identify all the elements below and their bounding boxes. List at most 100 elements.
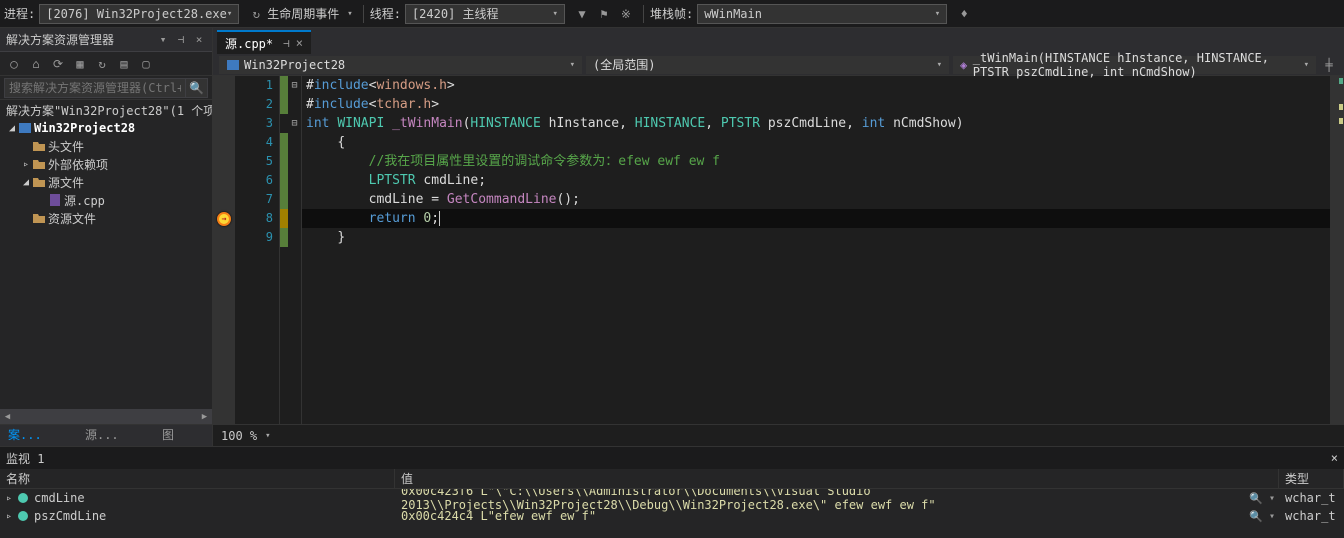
- separator: [363, 5, 364, 23]
- threads-icon[interactable]: ※: [617, 5, 635, 23]
- stack-value: wWinMain: [704, 7, 762, 21]
- source-file[interactable]: 源.cpp: [0, 191, 212, 209]
- sync-icon[interactable]: ⟳: [48, 54, 68, 74]
- caret-icon[interactable]: ▾: [1269, 493, 1275, 504]
- pin-icon[interactable]: ⊣: [174, 33, 188, 47]
- project-label: Win32Project28: [34, 121, 135, 135]
- watch-header: 监视 1 ×: [0, 447, 1344, 469]
- scroll-left-icon[interactable]: ◀: [0, 409, 15, 424]
- folder-icon: [32, 157, 46, 171]
- folder-label: 资源文件: [48, 210, 96, 227]
- caret-icon: ▾: [570, 60, 575, 70]
- headers-folder[interactable]: 头文件: [0, 137, 212, 155]
- horizontal-scrollbar[interactable]: ◀ ▶: [0, 409, 212, 424]
- caret-icon[interactable]: ▾: [347, 9, 352, 19]
- external-folder[interactable]: ▹ 外部依赖项: [0, 155, 212, 173]
- scroll-right-icon[interactable]: ▶: [197, 409, 212, 424]
- thread-dropdown[interactable]: [2420] 主线程▾: [405, 4, 565, 24]
- refresh-icon[interactable]: ↻: [247, 5, 265, 23]
- col-name[interactable]: 名称: [0, 469, 395, 488]
- fold-marker[interactable]: ⊟: [288, 114, 301, 133]
- caret-icon: ▾: [553, 9, 558, 19]
- funnel-icon[interactable]: ▼: [573, 5, 591, 23]
- scope-global-label: (全局范围): [593, 56, 655, 73]
- watch-row[interactable]: ▹cmdLine 0x00c423f6 L"\"C:\\Users\\Admin…: [0, 489, 1344, 507]
- search-input[interactable]: [4, 78, 186, 98]
- zoom-caret-icon[interactable]: ▾: [265, 431, 270, 441]
- change-track: [280, 76, 288, 424]
- folder-label: 源文件: [48, 174, 84, 191]
- tab-source-cpp[interactable]: 源.cpp* ⊣ ×: [217, 30, 311, 54]
- close-icon[interactable]: ×: [1331, 451, 1338, 465]
- panel-menu-icon[interactable]: ▾: [156, 33, 170, 47]
- explorer-search: 🔍: [0, 76, 212, 100]
- process-value: [2076] Win32Project28.exe: [46, 7, 227, 21]
- scope-function-dropdown[interactable]: ◈ _tWinMain(HINSTANCE hInstance, HINSTAN…: [953, 56, 1316, 74]
- col-type[interactable]: 类型: [1279, 469, 1344, 488]
- watch-row[interactable]: ▹pszCmdLine 0x00c424c4 L"efew ewf ew f"🔍…: [0, 507, 1344, 525]
- code-area[interactable]: 1 2 3 4 5 6 7 8 9 ⊟ ⊟ #include<windows.h…: [213, 76, 1344, 424]
- line-number: 9: [235, 228, 273, 247]
- overview-ruler[interactable]: [1330, 76, 1344, 424]
- chevron-down-icon: ◢: [20, 177, 32, 188]
- back-icon[interactable]: ◯: [4, 54, 24, 74]
- process-label: 进程:: [4, 5, 35, 22]
- home-icon[interactable]: ⌂: [26, 54, 46, 74]
- close-icon[interactable]: ×: [192, 33, 206, 47]
- line-number: 7: [235, 190, 273, 209]
- file-label: 源.cpp: [64, 192, 105, 209]
- project-node[interactable]: ◢ Win32Project28: [0, 119, 212, 137]
- scope-project-dropdown[interactable]: Win32Project28 ▾: [219, 56, 582, 74]
- separator: [643, 5, 644, 23]
- pin-icon[interactable]: ⊣: [283, 37, 290, 50]
- fold-gutter[interactable]: ⊟ ⊟: [288, 76, 302, 424]
- collapse-icon[interactable]: ▢: [136, 54, 156, 74]
- search-button[interactable]: 🔍: [186, 78, 208, 98]
- line-number: 6: [235, 171, 273, 190]
- project-icon: [226, 58, 240, 72]
- project-tree: 解决方案"Win32Project28"(1 个项 ◢ Win32Project…: [0, 100, 212, 424]
- refresh-icon[interactable]: ↻: [92, 54, 112, 74]
- main-area: 解决方案资源管理器 ▾ ⊣ × ◯ ⌂ ⟳ ▦ ↻ ▤ ▢ 🔍 解决方案"Win…: [0, 28, 1344, 446]
- solution-explorer: 解决方案资源管理器 ▾ ⊣ × ◯ ⌂ ⟳ ▦ ↻ ▤ ▢ 🔍 解决方案"Win…: [0, 28, 213, 446]
- scope-project-label: Win32Project28: [244, 58, 345, 72]
- watch-panel: 监视 1 × 名称 值 类型 ▹cmdLine 0x00c423f6 L"\"C…: [0, 446, 1344, 538]
- resources-folder[interactable]: 资源文件: [0, 209, 212, 227]
- watch-columns: 名称 值 类型: [0, 469, 1344, 489]
- line-number-gutter: 1 2 3 4 5 6 7 8 9: [235, 76, 280, 424]
- show-all-icon[interactable]: ▦: [70, 54, 90, 74]
- fold-marker[interactable]: ⊟: [288, 76, 301, 95]
- solution-node[interactable]: 解决方案"Win32Project28"(1 个项: [0, 101, 212, 119]
- flag-icon[interactable]: ⚑: [595, 5, 613, 23]
- var-value: 0x00c424c4 L"efew ewf ew f": [401, 509, 596, 523]
- col-value[interactable]: 值: [395, 469, 1279, 488]
- debug-toolbar: 进程: [2076] Win32Project28.exe▾ ↻ 生命周期事件 …: [0, 0, 1344, 28]
- folder-label: 头文件: [48, 138, 84, 155]
- visualizer-icon[interactable]: 🔍: [1249, 510, 1263, 523]
- expand-icon[interactable]: ▹: [6, 511, 12, 522]
- caret-icon: ▾: [935, 9, 940, 19]
- folder-icon: [32, 211, 46, 225]
- code-text[interactable]: #include<windows.h> #include<tchar.h> in…: [302, 76, 1330, 424]
- scope-global-dropdown[interactable]: (全局范围) ▾: [586, 56, 949, 74]
- visualizer-icon[interactable]: 🔍: [1249, 492, 1263, 505]
- cpp-file-icon: [48, 193, 62, 207]
- split-icon[interactable]: ╪: [1320, 56, 1338, 74]
- folder-icon: [32, 139, 46, 153]
- stackframe-dropdown[interactable]: wWinMain ▾: [697, 4, 947, 24]
- tool-icon[interactable]: ♦: [955, 5, 973, 23]
- line-number: 1: [235, 76, 273, 95]
- panel-title: 解决方案资源管理器: [6, 31, 152, 48]
- sources-folder[interactable]: ◢ 源文件: [0, 173, 212, 191]
- editor-status-bar: 100 % ▾: [213, 424, 1344, 446]
- breakpoint-gutter[interactable]: [213, 76, 235, 424]
- expand-icon[interactable]: ▹: [6, 493, 12, 504]
- zoom-level[interactable]: 100 %: [221, 429, 257, 443]
- var-type: wchar_t: [1279, 509, 1344, 523]
- close-icon[interactable]: ×: [296, 36, 303, 50]
- watch-rows: ▹cmdLine 0x00c423f6 L"\"C:\\Users\\Admin…: [0, 489, 1344, 538]
- properties-icon[interactable]: ▤: [114, 54, 134, 74]
- process-dropdown[interactable]: [2076] Win32Project28.exe▾: [39, 4, 239, 24]
- explorer-toolbar: ◯ ⌂ ⟳ ▦ ↻ ▤ ▢: [0, 52, 212, 76]
- caret-icon[interactable]: ▾: [1269, 511, 1275, 522]
